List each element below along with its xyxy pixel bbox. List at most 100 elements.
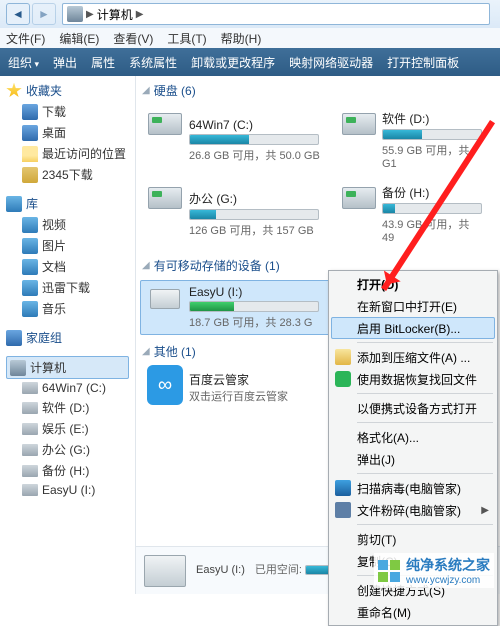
sidebar-drive-h[interactable]: 备份 (H:) bbox=[6, 460, 129, 481]
sidebar-homegroup[interactable]: 家庭组 bbox=[6, 327, 129, 348]
drive-stat: 26.8 GB 可用，共 50.0 GB bbox=[189, 147, 328, 163]
picture-icon bbox=[22, 238, 38, 254]
separator bbox=[357, 393, 493, 394]
menu-tools[interactable]: 工具(T) bbox=[167, 30, 206, 47]
chevron-down-icon: ◢ bbox=[142, 85, 150, 96]
usb-drive-icon bbox=[144, 555, 186, 587]
drive-c[interactable]: 64Win7 (C:) 26.8 GB 可用，共 50.0 GB bbox=[140, 105, 335, 175]
drive-icon bbox=[148, 187, 182, 209]
sidebar-drive-i[interactable]: EasyU (I:) bbox=[6, 481, 129, 499]
star-icon bbox=[6, 83, 22, 99]
sidebar-drive-c[interactable]: 64Win7 (C:) bbox=[6, 379, 129, 397]
detail-name: EasyU (I:) bbox=[196, 563, 245, 578]
watermark-url: www.ycwjzy.com bbox=[406, 575, 490, 586]
recover-icon bbox=[335, 371, 351, 387]
usage-gauge bbox=[189, 134, 319, 145]
toolbar-eject[interactable]: 弹出 bbox=[53, 54, 77, 71]
sidebar-item-2345[interactable]: 2345下载 bbox=[6, 164, 129, 185]
separator bbox=[357, 342, 493, 343]
baidu-cloud-icon: ∞ bbox=[147, 365, 183, 405]
ctx-portable-device[interactable]: 以便携式设备方式打开 bbox=[331, 397, 495, 419]
menu-help[interactable]: 帮助(H) bbox=[221, 30, 262, 47]
watermark: 纯净系统之家 www.ycwjzy.com bbox=[374, 553, 494, 588]
menu-file[interactable]: 文件(F) bbox=[6, 30, 45, 47]
folder-icon bbox=[22, 167, 38, 183]
drive-name: 软件 (D:) bbox=[382, 110, 482, 127]
ctx-open-new-window[interactable]: 在新窗口中打开(E) bbox=[331, 295, 495, 317]
titlebar: ◄ ► ▶ 计算机 ▶ bbox=[0, 0, 500, 28]
ctx-data-recovery[interactable]: 使用数据恢复找回文件 bbox=[331, 368, 495, 390]
sidebar-item-desktop[interactable]: 桌面 bbox=[6, 122, 129, 143]
watermark-logo-icon bbox=[378, 560, 400, 582]
sidebar-item-recent[interactable]: 最近访问的位置 bbox=[6, 143, 129, 164]
toolbar-sysprops[interactable]: 系统属性 bbox=[129, 54, 177, 71]
ctx-rename[interactable]: 重命名(M) bbox=[331, 601, 495, 623]
sidebar-favorites[interactable]: 收藏夹 bbox=[6, 80, 129, 101]
ctx-cut[interactable]: 剪切(T) bbox=[331, 528, 495, 550]
chevron-right-icon: ▶ bbox=[481, 505, 489, 516]
drive-icon bbox=[22, 382, 38, 394]
toolbar-mapdrive[interactable]: 映射网络驱动器 bbox=[289, 54, 373, 71]
item-name: 百度云管家 bbox=[189, 371, 328, 388]
shield-icon bbox=[335, 480, 351, 496]
sidebar-item-pictures[interactable]: 图片 bbox=[6, 235, 129, 256]
sidebar-drive-g[interactable]: 办公 (G:) bbox=[6, 439, 129, 460]
nav-back-button[interactable]: ◄ bbox=[6, 3, 30, 25]
drive-h[interactable]: 备份 (H:) 43.9 GB 可用，共 49 bbox=[335, 179, 485, 249]
ctx-enable-bitlocker[interactable]: 启用 BitLocker(B)... bbox=[331, 317, 495, 339]
ctx-scan-virus[interactable]: 扫描病毒(电脑管家) bbox=[331, 477, 495, 499]
sidebar-item-downloads[interactable]: 下载 bbox=[6, 101, 129, 122]
toolbar-properties[interactable]: 属性 bbox=[91, 54, 115, 71]
baidu-cloud-item[interactable]: ∞ 百度云管家 双击运行百度云管家 bbox=[140, 366, 335, 409]
usage-gauge bbox=[189, 301, 319, 312]
ctx-open[interactable]: 打开(O) bbox=[331, 273, 495, 295]
homegroup-icon bbox=[6, 330, 22, 346]
usage-gauge bbox=[382, 129, 482, 140]
usage-gauge bbox=[189, 209, 319, 220]
drive-icon bbox=[342, 187, 376, 209]
computer-icon bbox=[10, 360, 26, 376]
address-bar[interactable]: ▶ 计算机 ▶ bbox=[62, 3, 490, 25]
menu-edit[interactable]: 编辑(E) bbox=[59, 30, 99, 47]
sidebar-item-documents[interactable]: 文档 bbox=[6, 256, 129, 277]
drive-stat: 126 GB 可用，共 157 GB bbox=[189, 222, 328, 238]
drive-icon bbox=[22, 423, 38, 435]
drive-g[interactable]: 办公 (G:) 126 GB 可用，共 157 GB bbox=[140, 179, 335, 249]
archive-icon bbox=[335, 349, 351, 365]
folder-icon bbox=[22, 146, 38, 162]
computer-icon bbox=[67, 6, 83, 22]
usb-drive-icon bbox=[150, 289, 180, 309]
document-icon bbox=[22, 259, 38, 275]
ctx-file-shred[interactable]: 文件粉碎(电脑管家)▶ bbox=[331, 499, 495, 521]
ctx-add-to-archive[interactable]: 添加到压缩文件(A) ... bbox=[331, 346, 495, 368]
toolbar-cpanel[interactable]: 打开控制面板 bbox=[387, 54, 459, 71]
sidebar-drive-d[interactable]: 软件 (D:) bbox=[6, 397, 129, 418]
chevron-down-icon: ◢ bbox=[142, 260, 150, 271]
desktop-icon bbox=[22, 125, 38, 141]
sidebar-drive-e[interactable]: 娱乐 (E:) bbox=[6, 418, 129, 439]
drive-icon bbox=[342, 113, 376, 135]
drive-name: EasyU (I:) bbox=[189, 285, 328, 299]
ctx-eject[interactable]: 弹出(J) bbox=[331, 448, 495, 470]
music-icon bbox=[22, 301, 38, 317]
address-text: 计算机 bbox=[97, 6, 133, 23]
separator bbox=[357, 422, 493, 423]
used-label: 已用空间: bbox=[255, 564, 302, 576]
drive-i[interactable]: EasyU (I:) 18.7 GB 可用，共 28.3 G bbox=[140, 280, 335, 335]
sidebar-item-music[interactable]: 音乐 bbox=[6, 298, 129, 319]
shredder-icon bbox=[335, 502, 351, 518]
ctx-format[interactable]: 格式化(A)... bbox=[331, 426, 495, 448]
section-hdd[interactable]: ◢硬盘 (6) bbox=[136, 76, 500, 103]
nav-forward-button[interactable]: ► bbox=[32, 3, 56, 25]
toolbar-uninstall[interactable]: 卸载或更改程序 bbox=[191, 54, 275, 71]
sidebar-libraries[interactable]: 库 bbox=[6, 193, 129, 214]
sidebar-computer[interactable]: 计算机 bbox=[6, 356, 129, 379]
sidebar-item-xunlei[interactable]: 迅雷下载 bbox=[6, 277, 129, 298]
sidebar-item-videos[interactable]: 视频 bbox=[6, 214, 129, 235]
drive-icon bbox=[22, 484, 38, 496]
toolbar-organize[interactable]: 组织 bbox=[8, 54, 39, 71]
drive-icon bbox=[22, 402, 38, 414]
drive-name: 64Win7 (C:) bbox=[189, 118, 328, 132]
drive-icon bbox=[22, 465, 38, 477]
menu-view[interactable]: 查看(V) bbox=[113, 30, 153, 47]
